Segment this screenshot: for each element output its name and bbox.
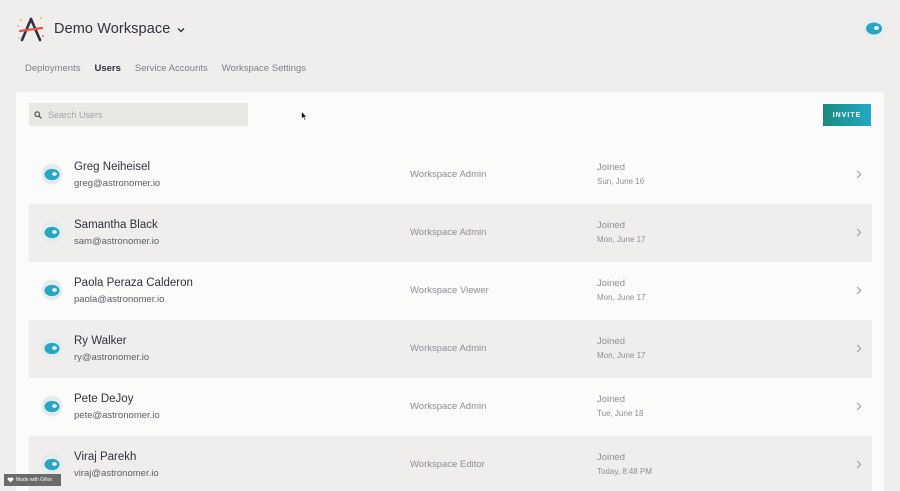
joined-label: Joined	[597, 220, 625, 231]
user-avatar-icon	[41, 453, 63, 475]
user-avatar-icon	[41, 163, 63, 185]
workspace-name: Demo Workspace	[54, 21, 171, 37]
user-email: ry@astronomer.io	[74, 352, 150, 363]
gifox-watermark: Made with Gifox	[4, 474, 61, 486]
user-avatar-icon	[41, 337, 63, 359]
joined-date: Sun, June 16	[597, 177, 645, 186]
user-name: Ry Walker	[74, 335, 127, 347]
user-email: viraj@astronomer.io	[74, 468, 159, 479]
user-name: Greg Neiheisel	[74, 161, 151, 173]
joined-label: Joined	[597, 278, 625, 289]
users-list: Greg Neiheisel greg@astronomer.io Worksp…	[29, 146, 872, 491]
user-avatar-icon	[41, 221, 63, 243]
joined-label: Joined	[597, 394, 625, 405]
joined-label: Joined	[597, 336, 625, 347]
user-role: Workspace Admin	[410, 169, 487, 180]
user-avatar-icon[interactable]	[862, 16, 886, 40]
chevron-right-icon[interactable]	[856, 344, 862, 353]
user-email: pete@astronomer.io	[74, 410, 160, 421]
watermark-text: Made with Gifox	[16, 477, 52, 483]
user-role: Workspace Editor	[410, 459, 485, 470]
joined-date: Mon, June 17	[597, 293, 646, 302]
user-role: Workspace Admin	[410, 227, 487, 238]
joined-date: Tue, June 18	[597, 409, 644, 418]
chevron-right-icon[interactable]	[856, 460, 862, 469]
user-role: Workspace Viewer	[410, 285, 489, 296]
mouse-cursor-icon	[301, 111, 308, 121]
search-box[interactable]	[29, 103, 248, 126]
chevron-right-icon[interactable]	[856, 402, 862, 411]
tab-workspace-settings[interactable]: Workspace Settings	[222, 63, 306, 74]
joined-label: Joined	[597, 162, 625, 173]
user-avatar-icon	[41, 395, 63, 417]
workspace-switcher[interactable]: Demo Workspace	[54, 21, 186, 37]
user-row[interactable]: Samantha Black sam@astronomer.io Workspa…	[29, 204, 872, 262]
search-icon	[34, 110, 42, 119]
user-role: Workspace Admin	[410, 343, 487, 354]
invite-button[interactable]: INVITE	[823, 104, 871, 126]
search-input[interactable]	[48, 109, 238, 120]
user-name: Viraj Parekh	[74, 451, 137, 463]
tab-deployments[interactable]: Deployments	[25, 63, 80, 74]
user-row[interactable]: Paola Peraza Calderon paola@astronomer.i…	[29, 262, 872, 320]
user-name: Samantha Black	[74, 219, 158, 231]
chevron-right-icon[interactable]	[856, 170, 862, 179]
chevron-down-icon	[177, 28, 185, 33]
joined-date: Mon, June 17	[597, 351, 646, 360]
tab-service-accounts[interactable]: Service Accounts	[135, 63, 208, 74]
heart-icon	[7, 477, 14, 483]
tab-users[interactable]: Users	[94, 63, 120, 74]
user-row[interactable]: Ry Walker ry@astronomer.io Workspace Adm…	[29, 320, 872, 378]
users-panel: INVITE Greg Neiheisel greg@astronomer.io…	[16, 92, 884, 491]
joined-label: Joined	[597, 452, 625, 463]
user-row[interactable]: Greg Neiheisel greg@astronomer.io Worksp…	[29, 146, 872, 204]
user-role: Workspace Admin	[410, 401, 487, 412]
joined-date: Today, 8:48 PM	[597, 467, 652, 476]
nav-tabs: Deployments Users Service Accounts Works…	[25, 63, 306, 74]
chevron-right-icon[interactable]	[856, 286, 862, 295]
chevron-right-icon[interactable]	[856, 228, 862, 237]
user-row[interactable]: Pete DeJoy pete@astronomer.io Workspace …	[29, 378, 872, 436]
user-name: Pete DeJoy	[74, 393, 134, 405]
user-avatar-icon	[41, 279, 63, 301]
user-name: Paola Peraza Calderon	[74, 277, 193, 289]
user-email: paola@astronomer.io	[74, 294, 165, 305]
astronomer-logo-icon[interactable]	[16, 14, 46, 44]
user-row[interactable]: Viraj Parekh viraj@astronomer.io Workspa…	[29, 436, 872, 491]
joined-date: Mon, June 17	[597, 235, 646, 244]
top-bar: Demo Workspace Deployments Users Service…	[0, 0, 900, 92]
user-email: greg@astronomer.io	[74, 178, 161, 189]
user-email: sam@astronomer.io	[74, 236, 160, 247]
